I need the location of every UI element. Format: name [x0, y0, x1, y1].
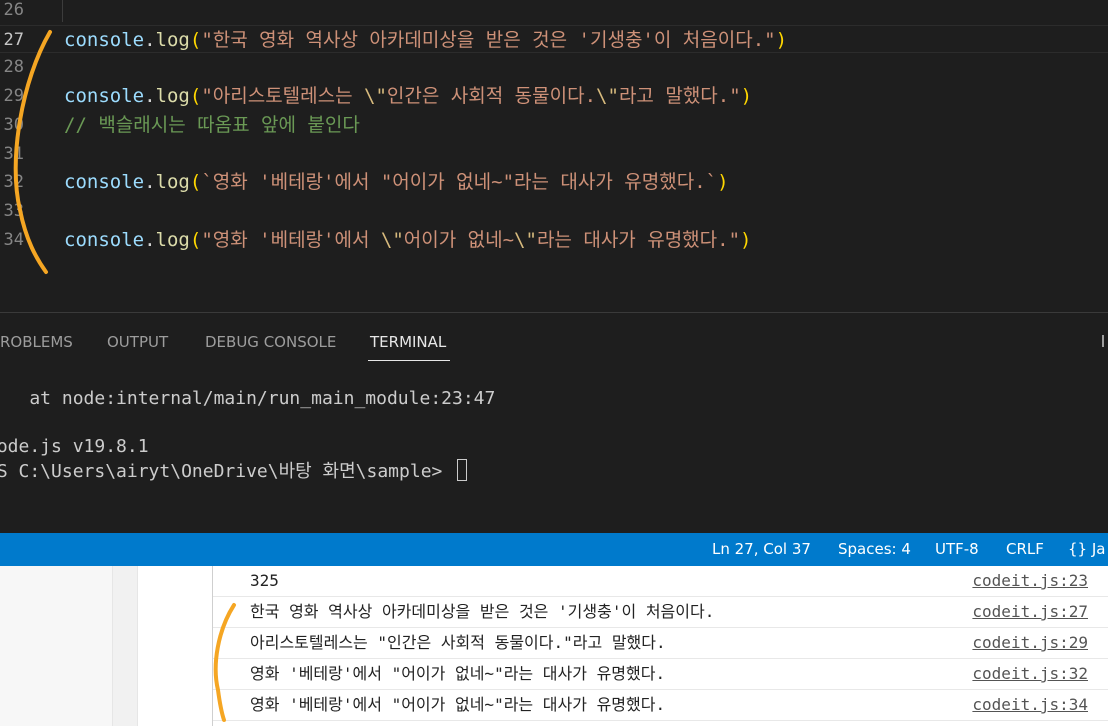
code-token: log — [155, 85, 190, 108]
line-number: 30 — [3, 114, 24, 135]
code-line[interactable]: 27 console.log("한국 영화 역사상 아카데미상을 받은 것은 '기… — [0, 24, 1108, 55]
console-row: 325 codeit.js:23 — [213, 566, 1108, 597]
code-text: console.log(`영화 '베테랑'에서 "어이가 없네~"라는 대사가 … — [64, 168, 729, 197]
code-token: 어이가 없네~ — [403, 228, 515, 251]
console-row: 영화 '베테랑'에서 "어이가 없네~"라는 대사가 유명했다. codeit.… — [213, 659, 1108, 690]
line-number: 31 — [3, 143, 24, 164]
code-line[interactable]: 31 — [0, 140, 1108, 169]
active-tab-indicator — [368, 360, 450, 361]
terminal-prompt-line: PS C:\Users\airyt\OneDrive\바탕 화면\sample> — [0, 459, 468, 484]
code-token: \" — [596, 85, 619, 108]
console-source-link[interactable]: codeit.js:34 — [972, 694, 1088, 716]
code-token: log — [155, 171, 190, 194]
code-line[interactable]: 32 console.log(`영화 '베테랑'에서 "어이가 없네~"라는 대사… — [0, 168, 1108, 197]
console-message: 영화 '베테랑'에서 "어이가 없네~"라는 대사가 유명했다. — [250, 695, 666, 714]
line-number: 33 — [3, 200, 24, 221]
code-editor[interactable]: 26 27 console.log("한국 영화 역사상 아카데미상을 받은 것은 … — [0, 0, 1108, 312]
code-token: \" — [364, 85, 387, 108]
line-number: 29 — [3, 86, 24, 107]
code-text: console.log("아리스토텔레스는 \"인간은 사회적 동물이다.\"라… — [64, 82, 752, 111]
code-token: . — [144, 28, 156, 51]
code-token: ) — [717, 171, 729, 194]
code-token: 인간은 사회적 동물이다. — [386, 85, 597, 108]
code-token: \" — [380, 228, 404, 251]
console-row: 영화 '베테랑'에서 "어이가 없네~"라는 대사가 유명했다. codeit.… — [213, 690, 1108, 721]
code-token: ( — [189, 171, 202, 194]
code-token: console — [64, 85, 145, 108]
status-eol[interactable]: CRLF — [1006, 540, 1044, 558]
line-number: 27 — [3, 29, 24, 50]
panel-more-icon[interactable] — [1102, 335, 1108, 347]
console-message: 영화 '베테랑'에서 "어이가 없네~"라는 대사가 유명했다. — [250, 664, 666, 683]
code-token: ) — [740, 228, 752, 251]
status-language[interactable]: {} Ja — [1068, 540, 1105, 558]
code-text: console.log("한국 영화 역사상 아카데미상을 받은 것은 '기생충… — [64, 26, 787, 55]
tab-problems[interactable]: ROBLEMS — [0, 333, 73, 351]
code-token: "아리스토텔레스는 — [201, 85, 365, 108]
console-messages: 325 codeit.js:23 한국 영화 역사상 아카데미상을 받은 것은 … — [212, 566, 1108, 726]
status-bar: Ln 27, Col 37 Spaces: 4 UTF-8 CRLF {} Ja — [0, 533, 1108, 566]
code-line[interactable]: 28 — [0, 53, 1108, 82]
code-token: . — [144, 85, 156, 108]
console-message: 한국 영화 역사상 아카데미상을 받은 것은 '기생충'이 처음이다. — [250, 602, 715, 621]
code-token: . — [144, 171, 156, 194]
status-cursor-position[interactable]: Ln 27, Col 37 — [712, 540, 811, 558]
code-token: log — [155, 28, 190, 51]
line-number: 32 — [3, 172, 24, 193]
code-token: `영화 '베테랑'에서 "어이가 없네~"라는 대사가 유명했다.` — [201, 171, 718, 194]
code-token: // 백슬래시는 따옴표 앞에 붙인다 — [64, 113, 360, 136]
console-divider[interactable] — [112, 566, 138, 726]
code-token: ( — [189, 228, 202, 251]
code-text: // 백슬래시는 따옴표 앞에 붙인다 — [64, 111, 360, 140]
console-row: 아리스토텔레스는 "인간은 사회적 동물이다."라고 말했다. codeit.j… — [213, 628, 1108, 659]
code-token: . — [144, 228, 156, 251]
panel-tabs: ROBLEMS OUTPUT DEBUG CONSOLE TERMINAL — [0, 313, 1108, 365]
console-sidebar — [0, 566, 112, 726]
line-number: 26 — [3, 0, 24, 20]
console-source-link[interactable]: codeit.js:27 — [972, 601, 1088, 623]
code-token: ) — [740, 85, 753, 108]
status-indentation[interactable]: Spaces: 4 — [838, 540, 911, 558]
terminal-cursor-icon — [457, 459, 468, 481]
status-encoding[interactable]: UTF-8 — [935, 540, 979, 558]
code-line[interactable]: 29 console.log("아리스토텔레스는 \"인간은 사회적 동물이다.\… — [0, 82, 1108, 111]
console-message: 아리스토텔레스는 "인간은 사회적 동물이다."라고 말했다. — [250, 633, 666, 652]
tab-output[interactable]: OUTPUT — [107, 333, 168, 351]
console-source-link[interactable]: codeit.js:32 — [972, 663, 1088, 685]
console-source-link[interactable]: codeit.js:29 — [972, 632, 1088, 654]
console-source-link[interactable]: codeit.js:23 — [972, 570, 1088, 592]
code-token: "한국 영화 역사상 아카데미상을 받은 것은 '기생충'이 처음이다." — [201, 28, 776, 51]
code-token: console — [64, 228, 145, 251]
terminal-prompt: PS C:\Users\airyt\OneDrive\바탕 화면\sample> — [0, 461, 454, 482]
code-token: 라는 대사가 유명했다." — [536, 228, 741, 251]
console-row: 한국 영화 역사상 아카데미상을 받은 것은 '기생충'이 처음이다. code… — [213, 597, 1108, 628]
code-line[interactable]: 33 — [0, 197, 1108, 226]
terminal-line: at node:internal/main/run_main_module:23… — [0, 388, 496, 409]
code-token: ) — [775, 28, 788, 51]
code-token: 라고 말했다." — [618, 85, 741, 108]
console-message: 325 — [250, 571, 279, 590]
code-token: ( — [189, 85, 202, 108]
code-line[interactable]: 34 console.log("영화 '베테랑'에서 \"어이가 없네~\"라는 … — [0, 226, 1108, 255]
bottom-panel: ROBLEMS OUTPUT DEBUG CONSOLE TERMINAL at… — [0, 312, 1108, 533]
line-number: 34 — [3, 229, 24, 250]
line-number: 28 — [3, 57, 24, 78]
code-token: console — [64, 171, 145, 194]
code-token: log — [155, 228, 190, 251]
tab-terminal[interactable]: TERMINAL — [370, 333, 446, 351]
code-token: \" — [514, 228, 537, 251]
code-token: console — [64, 28, 145, 51]
code-line[interactable]: 30 // 백슬래시는 따옴표 앞에 붙인다 — [0, 111, 1108, 140]
tab-debug-console[interactable]: DEBUG CONSOLE — [205, 333, 336, 351]
code-token: ( — [189, 28, 202, 51]
code-line[interactable]: 26 — [0, 0, 1108, 25]
terminal-line: Node.js v19.8.1 — [0, 436, 149, 457]
code-token: "영화 '베테랑'에서 — [201, 228, 381, 251]
code-text: console.log("영화 '베테랑'에서 \"어이가 없네~\"라는 대사… — [64, 226, 751, 255]
browser-console: 325 codeit.js:23 한국 영화 역사상 아카데미상을 받은 것은 … — [0, 566, 1108, 726]
